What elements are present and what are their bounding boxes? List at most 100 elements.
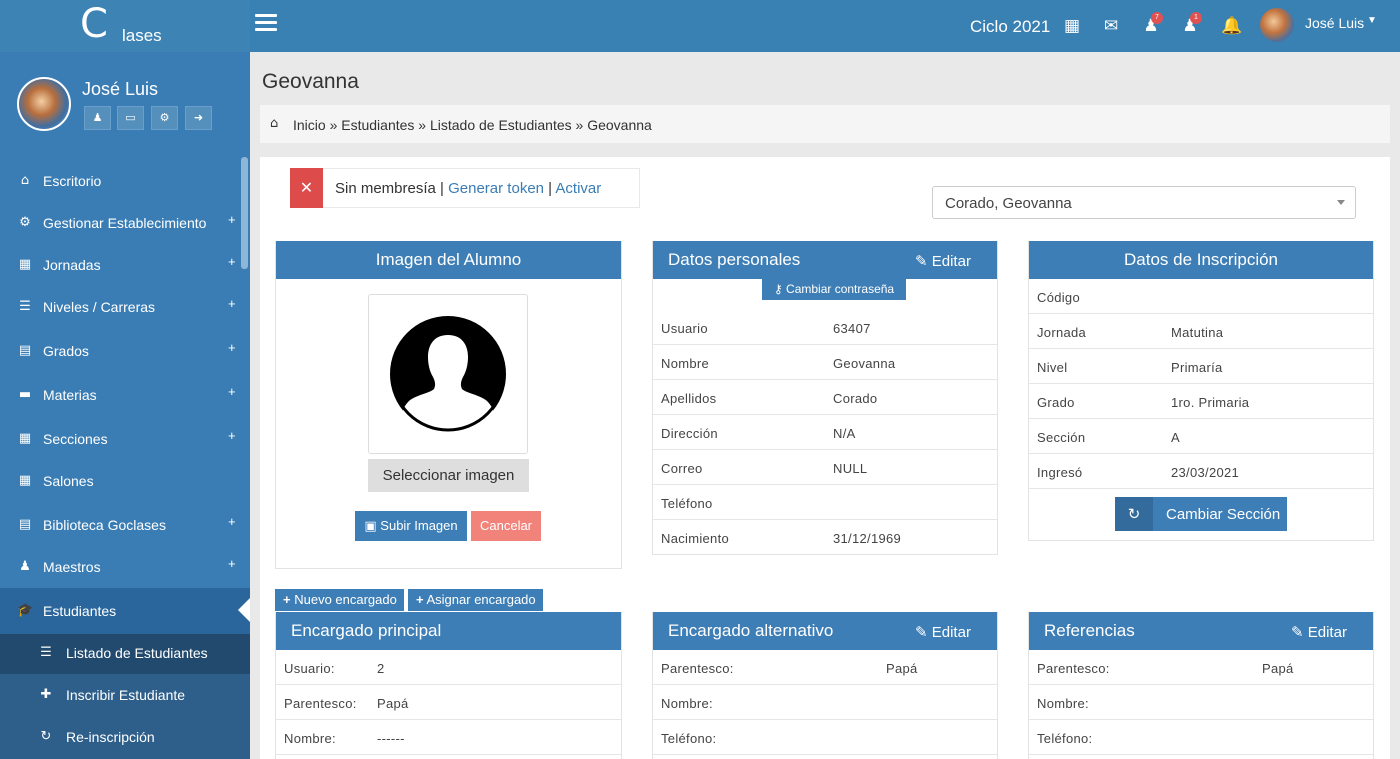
- graduation-cap-icon: 🎓: [17, 603, 34, 618]
- table-row: Apellidos Corado: [653, 380, 997, 415]
- box-title: Encargado principal: [291, 621, 442, 640]
- submenu-item-inscribir[interactable]: ✚ Inscribir Estudiante: [0, 676, 250, 716]
- expand-icon: +: [228, 556, 236, 571]
- plus-icon: ✚: [40, 687, 52, 702]
- assign-guardian-button[interactable]: + Asignar encargado: [408, 589, 543, 611]
- logo-mark: C: [80, 1, 108, 47]
- pencil-icon: ✎: [915, 623, 928, 641]
- teacher-icon: ♟: [19, 559, 31, 574]
- box-header: Datos personales ✎ Editar: [653, 241, 997, 279]
- table-row: Grado 1ro. Primaria: [1029, 384, 1373, 419]
- menu-toggle-icon[interactable]: [255, 14, 277, 34]
- change-section-button[interactable]: ↻ Cambiar Sección: [1115, 497, 1287, 531]
- alert-message: Sin membresía | Generar token | Activar: [335, 180, 601, 197]
- generate-token-link[interactable]: Generar token: [448, 180, 544, 197]
- sidebar-item-biblioteca[interactable]: ▤ Biblioteca Goclases +: [0, 504, 248, 546]
- calendar-icon[interactable]: ▦: [1062, 16, 1082, 36]
- table-row: Teléfono:: [653, 720, 997, 755]
- breadcrumb: ⌂ Inicio » Estudiantes » Listado de Estu…: [260, 105, 1390, 143]
- activate-link[interactable]: Activar: [555, 180, 601, 197]
- table-row: Parentesco: Papá: [276, 685, 621, 720]
- list-icon: ☰: [19, 299, 31, 314]
- table-row: Parentesco: Papá: [1029, 650, 1373, 685]
- table-row: Usuario: 2: [276, 650, 621, 685]
- box-header: Datos de Inscripción: [1029, 241, 1373, 279]
- new-guardian-button[interactable]: + Nuevo encargado: [275, 589, 404, 611]
- edit-references-button[interactable]: ✎ Editar: [1291, 623, 1347, 641]
- box-header: Referencias ✎ Editar: [1029, 612, 1373, 650]
- monitor-icon[interactable]: ▭: [117, 106, 144, 130]
- table-row: Sección A: [1029, 419, 1373, 454]
- expand-icon: +: [228, 428, 236, 443]
- app-logo[interactable]: C lases: [80, 4, 170, 48]
- box-header: Encargado principal: [276, 612, 621, 650]
- edit-alternate-guardian-button[interactable]: ✎ Editar: [915, 623, 971, 641]
- gear-icon[interactable]: ⚙: [151, 106, 178, 130]
- expand-icon: +: [228, 212, 236, 227]
- refresh-icon: ↻: [1115, 497, 1153, 531]
- cancel-button[interactable]: Cancelar: [471, 511, 541, 541]
- sidebar-item-secciones[interactable]: ▦ Secciones +: [0, 418, 248, 460]
- cogs-icon: ⚙: [19, 215, 31, 230]
- bell-icon[interactable]: 🔔: [1221, 16, 1242, 36]
- logo-text: lases: [122, 26, 162, 45]
- table-row: Parentesco: Papá: [653, 650, 997, 685]
- submenu-item-reinscripcion[interactable]: ↻ Re-inscripción: [0, 718, 250, 758]
- home-icon: ⌂: [20, 173, 30, 188]
- school-cycle[interactable]: Ciclo 2021: [970, 17, 1050, 37]
- user-silhouette-icon: [390, 316, 506, 438]
- close-icon[interactable]: ✕: [290, 168, 323, 208]
- sidebar-item-estudiantes[interactable]: 🎓 Estudiantes: [0, 590, 248, 632]
- notification-badge: 1: [1190, 12, 1202, 24]
- sidebar-item-jornadas[interactable]: ▦ Jornadas +: [0, 244, 248, 286]
- list-icon: ☰: [40, 645, 52, 660]
- sidebar-item-niveles[interactable]: ☰ Niveles / Carreras +: [0, 286, 248, 328]
- table-icon: ▦: [18, 257, 32, 272]
- sidebar-item-grados[interactable]: ▤ Grados +: [0, 330, 248, 372]
- breadcrumb-text[interactable]: Inicio » Estudiantes » Listado de Estudi…: [293, 117, 652, 133]
- sidebar-item-materias[interactable]: ▬ Materias +: [0, 374, 248, 416]
- pencil-icon: ✎: [915, 252, 928, 270]
- student-select[interactable]: Corado, Geovanna: [932, 186, 1356, 219]
- alert-separator: |: [548, 180, 553, 197]
- sidebar-item-salones[interactable]: ▦ Salones: [0, 460, 248, 502]
- table-row: Usuario 63407: [653, 310, 997, 345]
- student-photo: [368, 294, 528, 454]
- grid-icon: ▦: [18, 431, 32, 446]
- sidebar-item-escritorio[interactable]: ⌂ Escritorio: [0, 160, 248, 202]
- table-row: Dirección N/A: [653, 415, 997, 450]
- envelope-icon[interactable]: ✉: [1101, 16, 1121, 36]
- box-title: Referencias: [1044, 621, 1135, 640]
- sidebar-item-establecimiento[interactable]: ⚙ Gestionar Establecimiento +: [0, 202, 248, 244]
- table-row: Jornada Matutina: [1029, 314, 1373, 349]
- alert-status: Sin membresía |: [335, 180, 444, 197]
- profile-icon[interactable]: ♟: [84, 106, 111, 130]
- box-title: Datos personales: [668, 250, 801, 269]
- image-icon: ▣: [364, 519, 377, 534]
- table-row: Nivel Primaría: [1029, 349, 1373, 384]
- student-select-value: Corado, Geovanna: [945, 195, 1072, 212]
- home-icon[interactable]: ⌂: [270, 116, 278, 131]
- expand-icon: +: [228, 296, 236, 311]
- desk-icon: ▬: [18, 387, 32, 402]
- table-row: Nacimiento 31/12/1969: [661, 531, 902, 546]
- expand-icon: +: [228, 254, 236, 269]
- box-title: Datos de Inscripción: [1123, 250, 1279, 269]
- sidebar-item-maestros[interactable]: ♟ Maestros +: [0, 546, 248, 588]
- select-image-button[interactable]: Seleccionar imagen: [368, 459, 529, 492]
- upload-image-button[interactable]: ▣ Subir Imagen: [355, 511, 467, 541]
- table-row: Correo NULL: [653, 450, 997, 485]
- submenu-item-listado[interactable]: ☰ Listado de Estudiantes: [0, 634, 250, 674]
- chevron-down-icon[interactable]: ▼: [1367, 15, 1377, 26]
- edit-personal-button[interactable]: ✎ Editar: [915, 252, 971, 270]
- user-menu[interactable]: José Luis: [1305, 15, 1364, 31]
- table-row: Teléfono: [653, 485, 997, 520]
- refresh-icon: ↻: [40, 729, 52, 744]
- avatar[interactable]: [1260, 8, 1294, 42]
- change-password-button[interactable]: ⚷ Cambiar contraseña: [762, 278, 906, 300]
- plus-icon: +: [416, 592, 424, 607]
- logout-icon[interactable]: ➜: [185, 106, 212, 130]
- key-icon: ⚷: [773, 282, 783, 296]
- box-header: Imagen del Alumno: [276, 241, 621, 279]
- table-row: Nombre:: [653, 685, 997, 720]
